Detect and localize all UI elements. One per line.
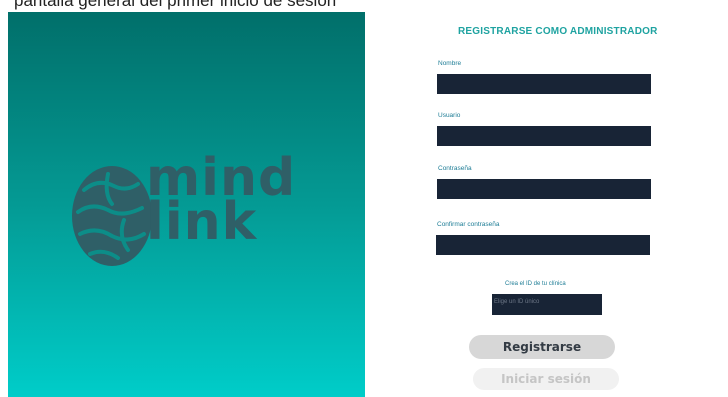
- name-field[interactable]: [437, 74, 651, 94]
- clinic-id-input[interactable]: Elige un ID único: [492, 294, 602, 315]
- password-field[interactable]: [437, 179, 651, 199]
- cropped-heading: pantalla general del primer inicio de se…: [14, 0, 337, 10]
- brand-panel: mind link: [8, 12, 365, 397]
- clinic-id-caption: Crea el ID de tu clínica: [505, 281, 566, 287]
- logo-word-link: link: [146, 192, 258, 252]
- top-cropped-text: pantalla general del primer inicio de se…: [0, 0, 728, 12]
- form-title: REGISTRARSE COMO ADMINISTRADOR: [458, 26, 658, 37]
- login-button[interactable]: Iniciar sesión: [473, 368, 619, 390]
- name-label: Nombre: [438, 60, 462, 67]
- confirm-password-field[interactable]: [436, 235, 650, 255]
- username-label: Usuario: [438, 112, 461, 119]
- register-button[interactable]: Registrarse: [469, 335, 615, 359]
- confirm-password-label: Confirmar contraseña: [437, 221, 500, 228]
- username-field[interactable]: [437, 126, 651, 146]
- mindlink-logo: mind link: [68, 150, 308, 284]
- password-label: Contraseña: [438, 165, 472, 172]
